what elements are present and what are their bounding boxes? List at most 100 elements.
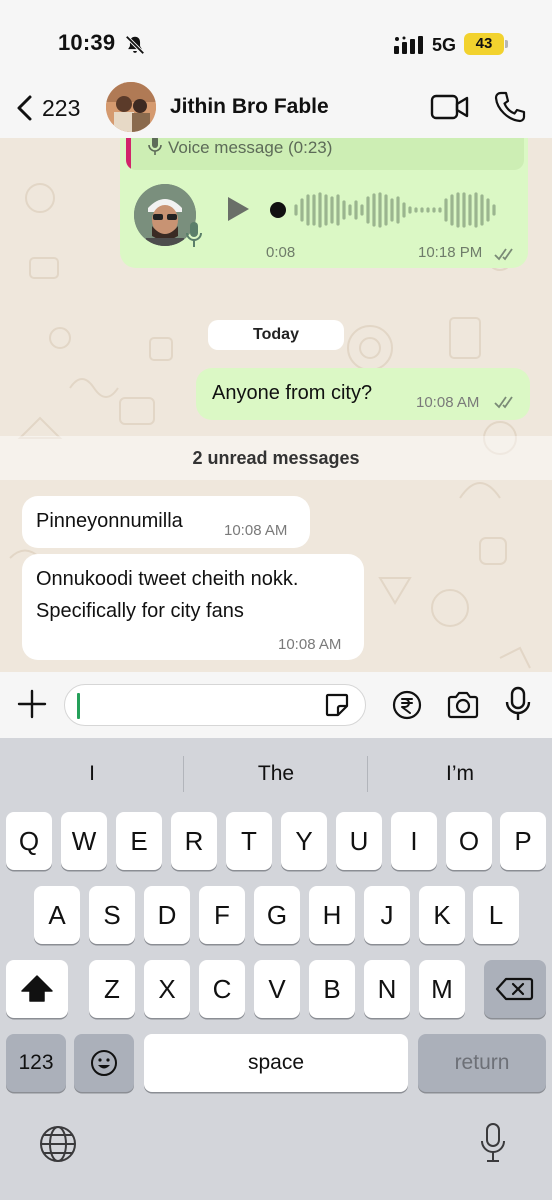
- suggestion-3[interactable]: I’m: [370, 752, 550, 796]
- key-label: D: [157, 900, 177, 930]
- incoming-message[interactable]: Pinneyonnumilla 10:08 AM: [22, 496, 310, 548]
- emoji-key[interactable]: [74, 1034, 134, 1092]
- chat-area[interactable]: Voice message (0:23) 0:08 10:18 PM Today…: [0, 138, 552, 672]
- key-label: K: [433, 900, 451, 930]
- backspace-key[interactable]: [484, 960, 546, 1018]
- key-label: J: [380, 900, 394, 930]
- key-label: return: [454, 1051, 510, 1074]
- backspace-icon: [495, 977, 534, 1001]
- suggestion-1[interactable]: I: [2, 752, 182, 796]
- contact-photo: [106, 82, 156, 132]
- key-m[interactable]: M: [419, 960, 465, 1018]
- key-s[interactable]: S: [89, 886, 135, 944]
- numbers-key[interactable]: 123: [6, 1034, 66, 1092]
- outgoing-message[interactable]: Anyone from city? 10:08 AM: [196, 368, 530, 420]
- key-i[interactable]: I: [391, 812, 437, 870]
- phone-icon[interactable]: [494, 90, 526, 124]
- incoming-message[interactable]: Onnukoodi tweet cheith nokk. Specificall…: [22, 554, 364, 660]
- key-b[interactable]: B: [309, 960, 355, 1018]
- key-label: Z: [104, 974, 120, 1004]
- unread-messages-banner: 2 unread messages: [0, 436, 552, 480]
- shift-icon: [21, 975, 53, 1002]
- key-a[interactable]: A: [34, 886, 80, 944]
- plus-icon[interactable]: [16, 688, 48, 720]
- sticker-icon[interactable]: [324, 692, 350, 718]
- voice-waveform[interactable]: [268, 192, 508, 228]
- space-key[interactable]: space: [144, 1034, 408, 1092]
- key-label: 123: [18, 1051, 54, 1074]
- message-time: 10:08 AM: [224, 522, 288, 539]
- globe-icon[interactable]: [38, 1124, 78, 1164]
- chevron-left-icon: [17, 95, 32, 121]
- key-label: H: [322, 900, 342, 930]
- key-d[interactable]: D: [144, 886, 190, 944]
- key-o[interactable]: O: [446, 812, 492, 870]
- status-bar: 10:39 5G 43: [0, 0, 552, 80]
- video-camera-icon[interactable]: [430, 92, 470, 122]
- key-l[interactable]: L: [473, 886, 519, 944]
- bell-off-icon: [125, 35, 145, 55]
- back-button[interactable]: 223: [8, 88, 88, 128]
- key-h[interactable]: H: [309, 886, 355, 944]
- key-r[interactable]: R: [171, 812, 217, 870]
- quoted-reply[interactable]: Voice message (0:23): [126, 138, 524, 170]
- contact-avatar[interactable]: [106, 82, 156, 132]
- chat-header: 223 Jithin Bro Fable: [0, 80, 552, 138]
- unread-chats-count: 223: [42, 95, 81, 121]
- suggestion-divider: [367, 756, 368, 792]
- battery-tip: [505, 40, 508, 48]
- quoted-accent-bar: [126, 138, 131, 170]
- key-q[interactable]: Q: [6, 812, 52, 870]
- key-t[interactable]: T: [226, 812, 272, 870]
- message-text: Anyone from city?: [212, 382, 373, 404]
- camera-icon[interactable]: [446, 690, 480, 720]
- key-label: A: [48, 900, 66, 930]
- microphone-icon[interactable]: [504, 686, 532, 722]
- key-k[interactable]: K: [419, 886, 465, 944]
- message-time: 10:08 AM: [416, 394, 480, 411]
- key-label: Y: [295, 826, 313, 856]
- key-u[interactable]: U: [336, 812, 382, 870]
- key-label: R: [184, 826, 204, 856]
- voice-mic-icon: [186, 222, 202, 247]
- message-time: 10:08 AM: [278, 636, 342, 653]
- key-label: T: [241, 826, 257, 856]
- key-label: V: [268, 974, 286, 1004]
- key-label: G: [266, 900, 288, 930]
- key-label: C: [212, 974, 232, 1004]
- rupee-icon[interactable]: [392, 690, 422, 720]
- key-label: P: [514, 826, 532, 856]
- key-g[interactable]: G: [254, 886, 300, 944]
- key-c[interactable]: C: [199, 960, 245, 1018]
- voice-message-bubble[interactable]: Voice message (0:23) 0:08 10:18 PM: [120, 138, 528, 268]
- key-p[interactable]: P: [500, 812, 546, 870]
- text-caret: [77, 693, 80, 719]
- suggestion-2[interactable]: The: [186, 752, 366, 796]
- key-label: O: [458, 826, 480, 856]
- voice-timestamp: 10:18 PM: [418, 244, 483, 261]
- key-j[interactable]: J: [364, 886, 410, 944]
- key-e[interactable]: E: [116, 812, 162, 870]
- signal-icon: [394, 36, 423, 54]
- voice-duration: 0:08: [266, 244, 296, 261]
- message-input[interactable]: [64, 684, 366, 726]
- dictation-microphone-icon[interactable]: [478, 1122, 508, 1164]
- key-w[interactable]: W: [61, 812, 107, 870]
- key-y[interactable]: Y: [281, 812, 327, 870]
- shift-key[interactable]: [6, 960, 68, 1018]
- key-f[interactable]: F: [199, 886, 245, 944]
- message-text: Pinneyonnumilla: [36, 510, 183, 532]
- contact-name[interactable]: Jithin Bro Fable: [170, 95, 329, 119]
- key-v[interactable]: V: [254, 960, 300, 1018]
- key-n[interactable]: N: [364, 960, 410, 1018]
- quoted-voice-label: Voice message (0:23): [168, 138, 333, 157]
- key-z[interactable]: Z: [89, 960, 135, 1018]
- return-key[interactable]: return: [418, 1034, 546, 1092]
- key-label: space: [247, 1051, 305, 1074]
- date-separator: Today: [208, 320, 344, 350]
- key-label: X: [158, 974, 176, 1004]
- key-x[interactable]: X: [144, 960, 190, 1018]
- play-icon[interactable]: [224, 194, 252, 224]
- key-label: Q: [18, 826, 40, 856]
- key-label: S: [103, 900, 121, 930]
